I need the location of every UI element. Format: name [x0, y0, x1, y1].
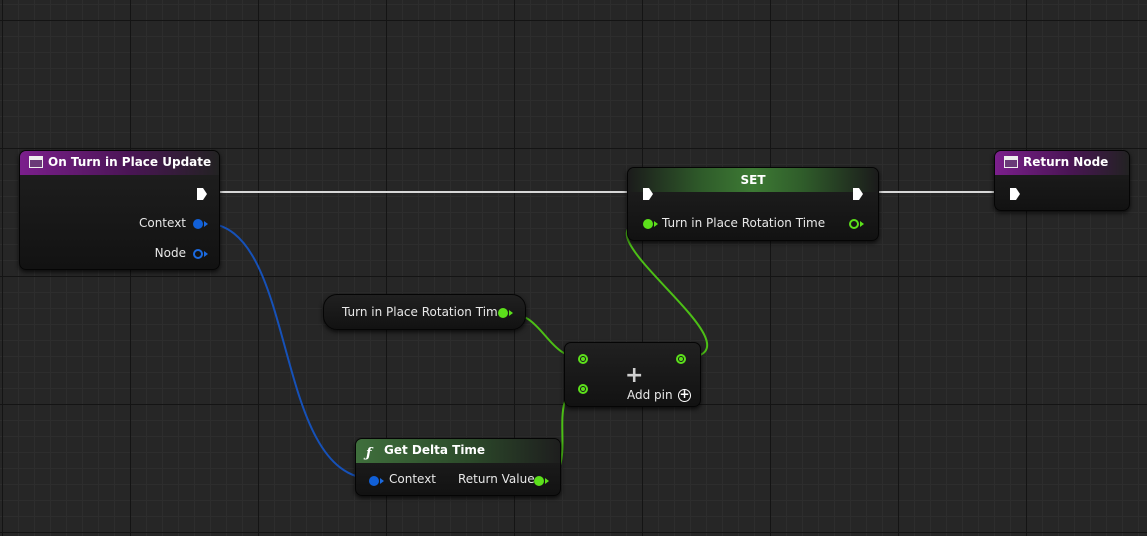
- event-node-header[interactable]: On Turn in Place Update: [20, 151, 219, 175]
- plus-icon: +: [625, 363, 644, 388]
- delta-return-arrow: [545, 478, 549, 484]
- event-node-title: On Turn in Place Update: [48, 155, 212, 169]
- set-value-out-pin[interactable]: [849, 219, 859, 229]
- return-node-title: Return Node: [1023, 155, 1109, 169]
- exec-arrow-icon: [643, 188, 653, 200]
- node-label: Node: [154, 246, 186, 260]
- add-input-b-pin[interactable]: [578, 384, 588, 394]
- object-wire-context-to-delta[interactable]: [203, 222, 375, 480]
- add-output-pin[interactable]: [676, 354, 686, 364]
- delta-context-pin[interactable]: [369, 476, 379, 486]
- variable-get-node[interactable]: Turn in Place Rotation Time: [323, 294, 526, 330]
- return-node-icon: [1004, 156, 1018, 168]
- exec-arrow-icon: [1010, 188, 1020, 200]
- node-pin-arrow: [204, 251, 208, 257]
- node-pin[interactable]: [193, 249, 203, 259]
- set-value-in-arrow: [654, 221, 658, 227]
- context-pin-arrow: [204, 221, 208, 227]
- exec-arrow-icon: [197, 188, 207, 200]
- delta-return-label: Return Value: [458, 472, 535, 486]
- add-circle-icon[interactable]: +: [678, 388, 691, 402]
- add-node[interactable]: + Add pin +: [564, 342, 701, 407]
- set-var-label: Turn in Place Rotation Time: [662, 216, 826, 230]
- set-value-out-arrow: [860, 221, 864, 227]
- set-value-in-pin[interactable]: [643, 219, 653, 229]
- get-delta-time-title: Get Delta Time: [384, 443, 486, 457]
- context-label: Context: [138, 216, 186, 230]
- delta-context-arrow: [380, 478, 384, 484]
- context-pin[interactable]: [193, 219, 203, 229]
- variable-get-out-arrow: [509, 310, 513, 316]
- variable-get-out-pin[interactable]: [498, 308, 508, 318]
- get-delta-time-node[interactable]: ƒ Get Delta Time Context Return Value: [355, 438, 561, 496]
- function-icon: ƒ: [366, 446, 372, 461]
- get-delta-time-header[interactable]: ƒ Get Delta Time: [356, 439, 560, 463]
- delta-return-pin[interactable]: [534, 476, 544, 486]
- event-node-on-turn-in-place-update[interactable]: On Turn in Place Update Context Node: [19, 150, 220, 270]
- variable-get-label: Turn in Place Rotation Time: [342, 305, 506, 319]
- set-node[interactable]: SET Turn in Place Rotation Time: [627, 167, 879, 241]
- event-node-icon: [29, 156, 43, 168]
- return-node[interactable]: Return Node: [994, 150, 1130, 211]
- float-wire-add-to-set[interactable]: [625, 222, 709, 359]
- delta-context-label: Context: [389, 472, 437, 486]
- add-pin-label[interactable]: Add pin: [627, 388, 673, 402]
- set-node-header: SET: [628, 168, 878, 192]
- add-input-a-pin[interactable]: [578, 354, 588, 364]
- exec-arrow-icon: [853, 188, 863, 200]
- return-node-header[interactable]: Return Node: [995, 151, 1129, 175]
